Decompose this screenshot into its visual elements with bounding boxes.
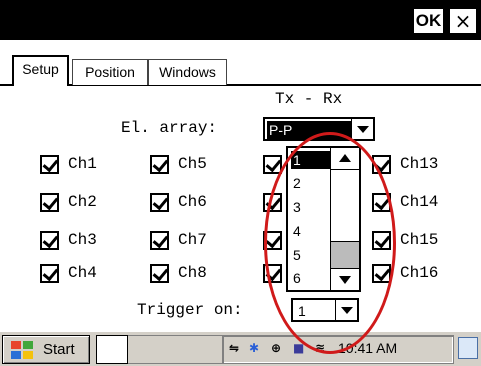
dropdown-option[interactable]: 2 [291,174,331,192]
title-bar: OK × [0,0,481,40]
start-button[interactable]: Start [2,335,90,364]
network-icon[interactable]: ⇋ [229,341,239,359]
bluetooth-icon[interactable]: ✱ [249,341,259,359]
el-array-value: P-P [267,121,351,139]
sync-icon[interactable]: ⊕ [271,341,281,359]
trigger-dropdown-list[interactable]: 1 2 3 4 5 6 [286,146,361,292]
tab-setup[interactable]: Setup [12,55,69,86]
dropdown-option[interactable]: 3 [291,198,331,216]
channel-label: Ch5 [178,155,207,173]
trigger-select[interactable]: 1 [291,298,359,322]
el-array-select[interactable]: P-P [263,117,375,141]
checkbox-checked-icon[interactable] [150,193,169,212]
channel-label: Ch6 [178,193,207,211]
desktop-icon[interactable] [458,337,478,359]
dropdown-option[interactable]: 1 [291,151,331,169]
trigger-value: 1 [298,303,306,319]
channel-label: Ch7 [178,231,207,249]
tab-windows[interactable]: Windows [148,59,227,85]
checkbox-checked-icon[interactable] [40,264,59,283]
txrx-header: Tx - Rx [275,90,343,108]
close-button[interactable]: × [449,8,477,34]
signal-icon[interactable]: ≋ [315,341,325,359]
input-panel-slot[interactable] [96,335,128,364]
ok-button[interactable]: OK [413,8,444,34]
dropdown-option[interactable]: 5 [291,246,331,264]
chevron-down-icon[interactable] [351,119,373,139]
dropdown-option[interactable]: 6 [291,269,331,287]
scroll-track[interactable] [331,242,359,268]
checkbox-checked-icon[interactable] [40,193,59,212]
channel-label: Ch13 [400,155,439,173]
trigger-label: Trigger on: [137,301,243,319]
channel-label: Ch2 [68,193,97,211]
clock: 10:41 AM [338,340,398,356]
channel-label: Ch4 [68,264,97,282]
checkbox-checked-icon[interactable] [372,155,391,174]
checkbox-checked-icon[interactable] [150,231,169,250]
tab-position[interactable]: Position [72,59,148,85]
channel-label: Ch16 [400,264,439,282]
checkbox-checked-icon[interactable] [263,193,282,212]
dropdown-scrollbar[interactable] [330,148,359,290]
chevron-down-icon[interactable] [335,300,357,320]
taskbar: Start ⇋ ✱ ⊕ ■ ≋ 10:41 AM [0,330,481,366]
scroll-up-icon[interactable] [331,148,359,170]
checkbox-checked-icon[interactable] [150,155,169,174]
channel-label: Ch3 [68,231,97,249]
channel-label: Ch15 [400,231,439,249]
channel-label: Ch14 [400,193,439,211]
start-label: Start [43,341,75,358]
channel-label: Ch8 [178,264,207,282]
checkbox-checked-icon[interactable] [263,231,282,250]
checkbox-checked-icon[interactable] [263,264,282,283]
checkbox-checked-icon[interactable] [40,231,59,250]
taskbar-app-slot[interactable] [128,335,228,364]
scroll-thumb[interactable] [331,170,359,242]
checkbox-checked-icon[interactable] [40,155,59,174]
el-array-label: El. array: [121,119,218,137]
checkbox-checked-icon[interactable] [150,264,169,283]
checkbox-checked-icon[interactable] [263,155,282,174]
pc-connection-icon[interactable]: ■ [293,341,304,359]
windows-flag-icon [11,341,35,361]
channel-label: Ch1 [68,155,97,173]
checkbox-checked-icon[interactable] [372,231,391,250]
dropdown-option[interactable]: 4 [291,222,331,240]
checkbox-checked-icon[interactable] [372,264,391,283]
checkbox-checked-icon[interactable] [372,193,391,212]
scroll-down-icon[interactable] [331,268,359,290]
